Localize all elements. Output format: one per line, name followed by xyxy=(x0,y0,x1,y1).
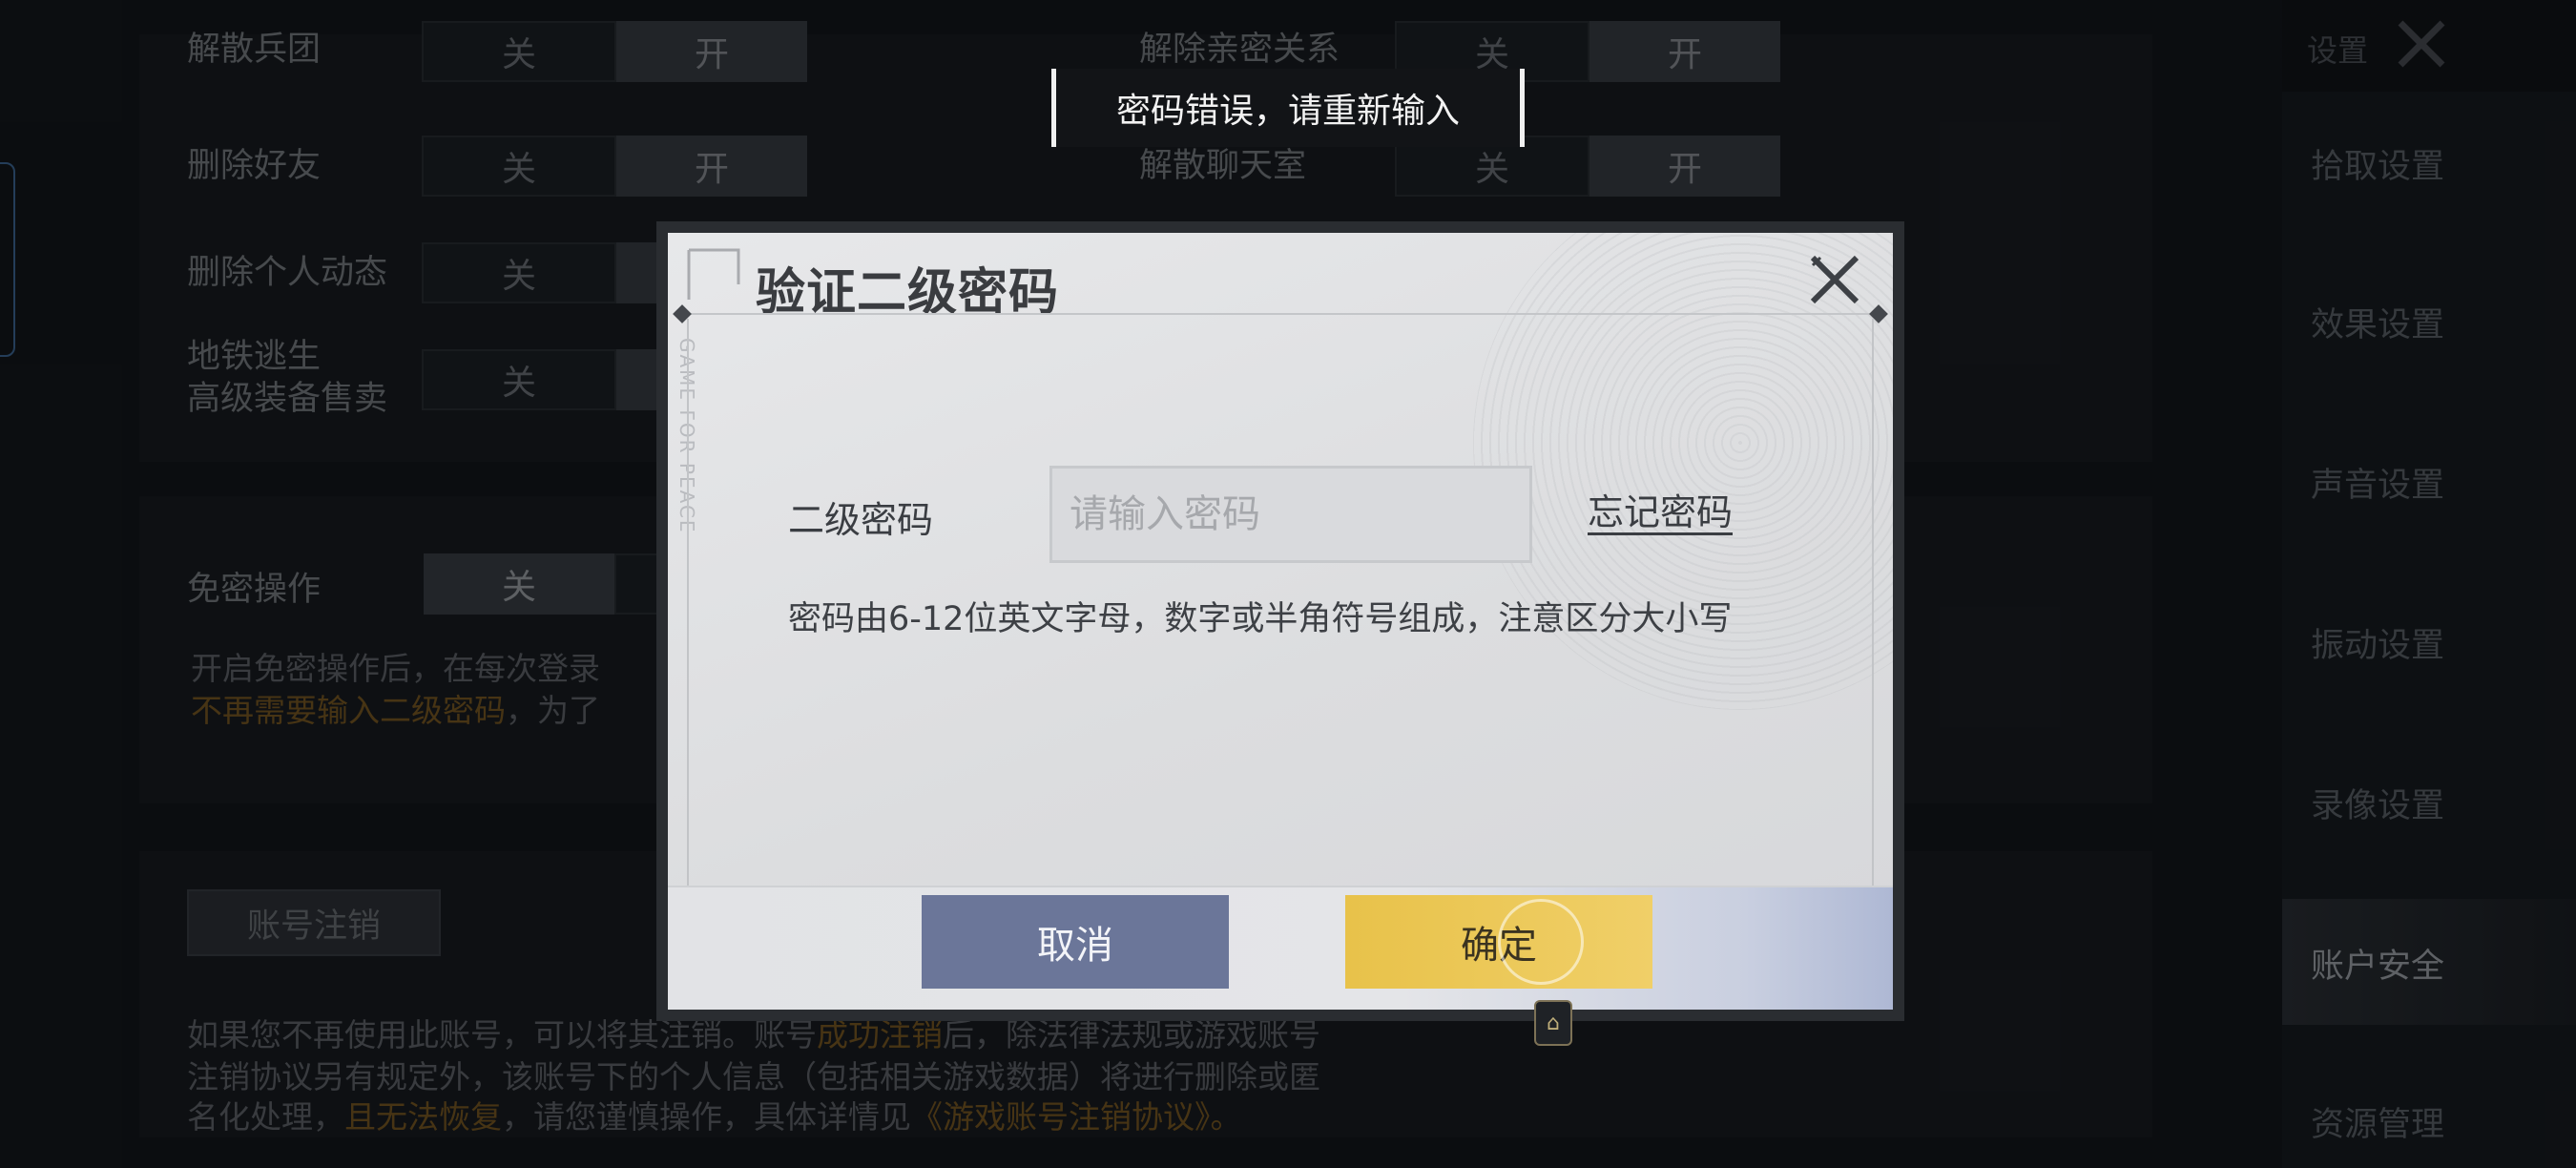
lightning-emblem-icon xyxy=(1498,899,1584,985)
password-label: 二级密码 xyxy=(788,499,934,541)
corner-mark-icon xyxy=(687,248,740,300)
close-icon[interactable] xyxy=(1805,250,1864,309)
game-logo-icon: ⌂ xyxy=(1534,1000,1572,1046)
cancel-button[interactable]: 取消 xyxy=(922,895,1229,989)
error-toast: 密码错误，请重新输入 xyxy=(1051,69,1525,147)
password-hint: 密码由6-12位英文字母，数字或半角符号组成，注意区分大小写 xyxy=(788,600,1733,638)
confirm-button[interactable]: 确定 xyxy=(1345,895,1652,989)
password-input[interactable] xyxy=(1049,466,1532,563)
verify-password-dialog: GAME FOR PEACE 验证二级密码 二级密码 忘记密码 密码由6-12位… xyxy=(668,233,1893,1010)
right-rule xyxy=(1872,319,1874,929)
title-divider xyxy=(681,313,1880,315)
forgot-password-link[interactable]: 忘记密码 xyxy=(1588,483,1733,535)
dialog-footer xyxy=(668,886,1893,1010)
left-rule xyxy=(687,319,689,929)
